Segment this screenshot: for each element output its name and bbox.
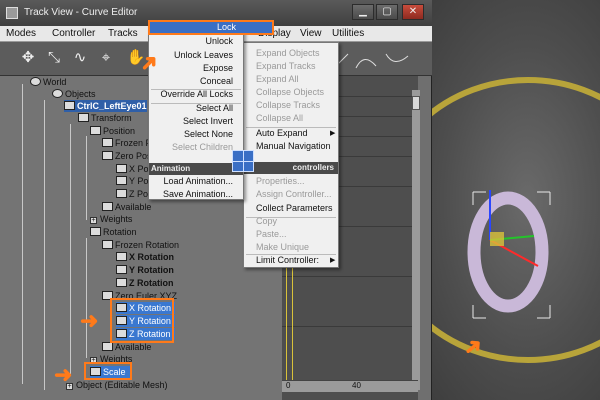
context-menu-left: Unlock Unlock Leaves Expose Conceal Over…: [148, 22, 244, 200]
tree-frozen-position[interactable]: Frozen P: [102, 137, 152, 149]
menu-paste[interactable]: Paste...: [256, 228, 287, 241]
tree-ctrl-lefteye[interactable]: CtrlC_LeftEye01: [64, 100, 147, 112]
menu-collapse-tracks[interactable]: Collapse Tracks: [256, 99, 320, 112]
menu-conceal[interactable]: Conceal: [200, 75, 233, 88]
tree-objects[interactable]: Objects: [52, 88, 96, 100]
menu-unlock-leaves[interactable]: Unlock Leaves: [174, 49, 233, 62]
rotation-highlight-box: [110, 298, 174, 343]
tree-transform[interactable]: Transform: [78, 112, 132, 124]
menu-expose[interactable]: Expose: [203, 62, 233, 75]
tree-world[interactable]: World: [30, 76, 66, 88]
menu-collapse-all[interactable]: Collapse All: [256, 112, 303, 125]
scale-highlight-box: [84, 362, 132, 380]
add-keys-icon[interactable]: ⌖: [94, 46, 118, 70]
menu-collapse-objects[interactable]: Collapse Objects: [256, 86, 324, 99]
app-icon: [6, 7, 18, 19]
menu-expand-tracks[interactable]: Expand Tracks: [256, 60, 316, 73]
quad-menu-center-icon[interactable]: [232, 150, 254, 172]
maximize-button[interactable]: ▢: [376, 4, 398, 20]
menu-load-animation[interactable]: Load Animation...: [163, 175, 233, 188]
tree-weights-1[interactable]: + Weights: [90, 213, 132, 225]
timeline-label-40: 40: [352, 381, 361, 390]
rotation-pointer-arrow: ➜: [80, 308, 99, 333]
vertical-scrollbar[interactable]: [412, 90, 420, 390]
torus-object: [467, 191, 549, 313]
menu-tracks[interactable]: Tracks: [108, 28, 138, 39]
menu-utilities[interactable]: Utilities: [332, 28, 364, 39]
viewport[interactable]: ➜: [418, 0, 600, 400]
minimize-button[interactable]: ▁: [352, 4, 374, 20]
slide-keys-icon[interactable]: ⤡: [42, 46, 66, 70]
menu-auto-expand[interactable]: Auto Expand: [256, 127, 308, 140]
submenu-arrow-icon: ▶: [330, 130, 336, 137]
tree-y-rotation-frozen[interactable]: Y Rotation: [116, 264, 174, 276]
menu-copy[interactable]: Copy: [256, 215, 277, 228]
menu-modes[interactable]: Modes: [6, 28, 36, 39]
timeline-label-start: 0: [286, 381, 291, 390]
menu-assign-controller[interactable]: Assign Controller...: [256, 188, 332, 201]
tree-rotation[interactable]: Rotation: [90, 226, 137, 238]
scale-pointer-arrow: ➜: [54, 362, 73, 387]
animation-section-header: Animation: [149, 163, 243, 175]
menu-manual-navigation[interactable]: Manual Navigation: [256, 140, 331, 153]
menu-unlock[interactable]: Unlock: [205, 35, 233, 48]
tree-zero-position[interactable]: Zero Pos: [102, 150, 152, 162]
menu-select-invert[interactable]: Select Invert: [183, 115, 233, 128]
menu-select-all[interactable]: Select All: [196, 102, 233, 115]
viewport-scene: [418, 77, 600, 363]
tangent-icons[interactable]: [330, 48, 420, 72]
menu-limit-controller[interactable]: Limit Controller:: [256, 254, 319, 267]
tree-z-rotation-frozen[interactable]: Z Rotation: [116, 277, 174, 289]
controllers-section-header: controllers: [244, 162, 338, 174]
menu-properties[interactable]: Properties...: [256, 175, 305, 188]
menu-expand-objects[interactable]: Expand Objects: [256, 47, 320, 60]
yellow-ring-object: [418, 77, 600, 363]
menu-collect-parameters[interactable]: Collect Parameters: [256, 202, 333, 215]
draw-curves-icon[interactable]: ∿: [68, 46, 92, 70]
tree-object-mesh[interactable]: + Object (Editable Mesh): [66, 379, 168, 391]
context-menu-right: Expand Objects Expand Tracks Expand All …: [243, 42, 339, 268]
menu-select-none[interactable]: Select None: [184, 128, 233, 141]
menu-lock[interactable]: Lock: [148, 20, 274, 35]
scrollbar-thumb[interactable]: [412, 96, 420, 110]
menu-select-children[interactable]: Select Children: [172, 141, 233, 154]
submenu-arrow-icon: ▶: [330, 257, 336, 264]
tree-position[interactable]: Position: [90, 125, 135, 137]
timeline-ruler[interactable]: 0 40: [282, 380, 418, 392]
move-keys-icon[interactable]: ✥: [16, 46, 40, 70]
menu-view[interactable]: View: [300, 28, 322, 39]
tree-x-rotation-frozen[interactable]: X Rotation: [116, 251, 174, 263]
menu-override-all-locks[interactable]: Override All Locks: [160, 88, 233, 101]
window-title: Track View - Curve Editor: [24, 7, 138, 18]
menu-expand-all[interactable]: Expand All: [256, 73, 299, 86]
close-button[interactable]: ✕: [402, 4, 424, 20]
menu-make-unique[interactable]: Make Unique: [256, 241, 309, 254]
tree-available-1[interactable]: Available: [102, 201, 151, 213]
menu-save-animation[interactable]: Save Animation...: [163, 188, 233, 201]
menu-controller[interactable]: Controller: [52, 28, 95, 39]
tree-frozen-rotation[interactable]: Frozen Rotation: [102, 239, 179, 251]
